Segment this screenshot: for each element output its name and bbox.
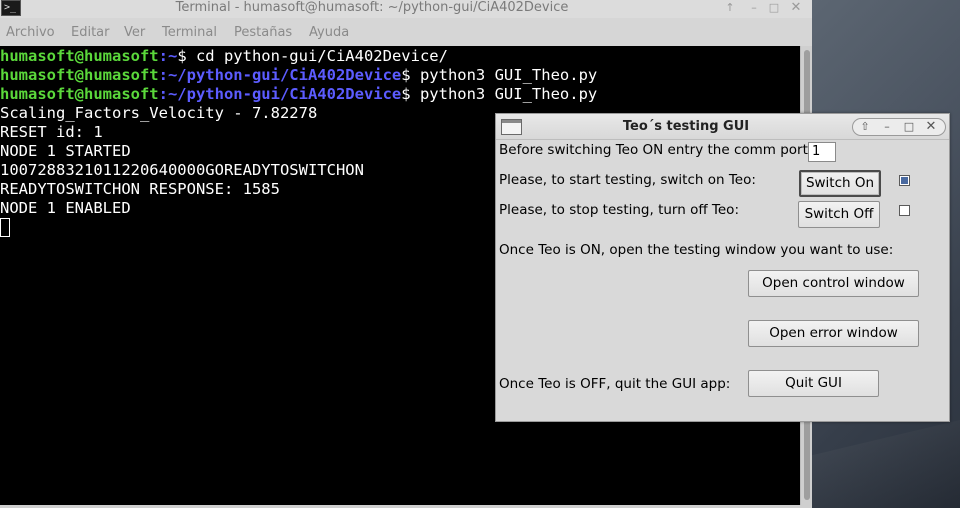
terminal-output-line: NODE 1 STARTED <box>0 142 131 160</box>
keep-above-button[interactable]: ↑ <box>722 0 738 16</box>
quit-gui-button[interactable]: Quit GUI <box>748 370 879 397</box>
open-control-window-button[interactable]: Open control window <box>748 270 919 297</box>
switch-on-checkbox[interactable] <box>899 175 910 186</box>
terminal-title: Terminal - humasoft@humasoft: ~/python-g… <box>175 0 569 15</box>
terminal-cursor <box>0 218 10 237</box>
switch-off-checkbox[interactable] <box>899 205 910 216</box>
dialog-window-buttons: ⇧ – □ ✕ <box>852 118 946 136</box>
terminal-line: humasoft@humasoft:~$ cd python-gui/CiA40… <box>0 47 448 65</box>
window-icon <box>501 119 522 135</box>
comm-port-label: Before switching Teo ON entry the comm p… <box>499 142 813 158</box>
teo-dialog: Teo´s testing GUI ⇧ – □ ✕ Before switchi… <box>495 113 950 422</box>
terminal-output-line: RESET id: 1 <box>0 123 103 141</box>
menu-terminal[interactable]: Terminal <box>162 25 217 41</box>
terminal-output-line: NODE 1 ENABLED <box>0 199 131 217</box>
menu-ayuda[interactable]: Ayuda <box>309 25 349 41</box>
minimize-button[interactable]: – <box>877 119 897 135</box>
close-button[interactable]: ✕ <box>921 119 941 135</box>
dialog-title: Teo´s testing GUI <box>622 119 750 134</box>
start-label: Please, to start testing, switch on Teo: <box>499 172 756 188</box>
menu-editar[interactable]: Editar <box>71 25 110 41</box>
shade-button[interactable]: ⇧ <box>855 119 875 135</box>
terminal-output-line: Scaling_Factors_Velocity - 7.82278 <box>0 104 318 122</box>
terminal-output-line: READYTOSWITCHON RESPONSE: 1585 <box>0 180 280 198</box>
dialog-titlebar[interactable]: Teo´s testing GUI ⇧ – □ ✕ <box>496 114 949 140</box>
switch-on-button[interactable]: Switch On <box>799 170 881 197</box>
terminal-line: humasoft@humasoft:~/python-gui/CiA402Dev… <box>0 85 598 103</box>
terminal-menubar: Archivo Editar Ver Terminal Pestañas Ayu… <box>0 22 812 44</box>
minimize-button[interactable]: – <box>746 0 762 16</box>
menu-ver[interactable]: Ver <box>124 25 145 41</box>
terminal-output-line: 1007288321011220640000GOREADYTOSWITCHON <box>0 161 364 179</box>
open-error-window-button[interactable]: Open error window <box>748 320 919 347</box>
stop-label: Please, to stop testing, turn off Teo: <box>499 202 739 218</box>
terminal-line: humasoft@humasoft:~/python-gui/CiA402Dev… <box>0 66 598 84</box>
quit-label: Once Teo is OFF, quit the GUI app: <box>499 376 731 392</box>
maximize-button[interactable]: □ <box>766 0 782 16</box>
maximize-button[interactable]: □ <box>899 119 919 135</box>
menu-archivo[interactable]: Archivo <box>6 25 55 41</box>
switch-off-button[interactable]: Switch Off <box>798 201 880 228</box>
menu-pestanas[interactable]: Pestañas <box>234 25 292 41</box>
open-window-label: Once Teo is ON, open the testing window … <box>499 242 894 258</box>
terminal-titlebar[interactable]: >_ Terminal - humasoft@humasoft: ~/pytho… <box>0 0 812 18</box>
close-button[interactable]: ✕ <box>788 0 804 16</box>
comm-port-input[interactable]: 1 <box>808 142 836 162</box>
